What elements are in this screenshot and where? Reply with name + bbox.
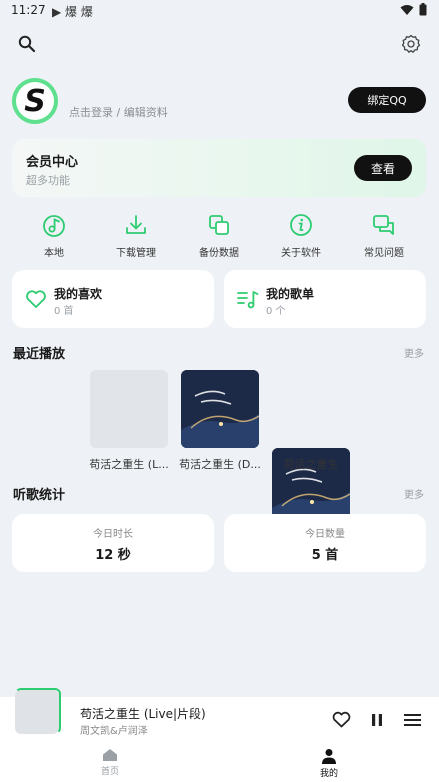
- album-title: 苟活之重生 (D...: [179, 458, 261, 471]
- recent-more-link[interactable]: 更多: [404, 345, 424, 360]
- player-artist: 周文凯&卢润泽: [80, 726, 148, 737]
- login-edit-link[interactable]: 点击登录 / 编辑资料: [69, 104, 168, 120]
- music-note-icon: [41, 212, 67, 238]
- playlist-menu-icon[interactable]: [404, 713, 421, 727]
- album-title: 苟活之重生: [283, 458, 339, 471]
- bottom-nav: [0, 743, 439, 782]
- album-cover[interactable]: [181, 370, 259, 448]
- member-center-title: 会员中心: [26, 155, 79, 170]
- chat-icon: [371, 212, 397, 238]
- playlists-title: 我的歌单: [266, 287, 315, 301]
- quick-action-downloads[interactable]: 下载管理: [94, 212, 178, 262]
- search-icon: [18, 35, 36, 53]
- info-icon: [288, 212, 314, 238]
- stat-count-value: 5 首: [311, 548, 339, 563]
- user-icon: [321, 748, 337, 764]
- member-view-button[interactable]: 查看: [354, 155, 412, 181]
- status-bar: 11:27 ▶ 爆 爆: [0, 0, 439, 22]
- favorites-title: 我的喜欢: [54, 287, 103, 301]
- battery-icon: [419, 3, 427, 16]
- home-icon: [102, 748, 118, 762]
- stat-duration-card: 今日时长 12 秒: [12, 514, 214, 572]
- quick-action-label: 关于软件: [281, 248, 321, 259]
- member-center-card[interactable]: 会员中心 超多功能 查看: [12, 139, 426, 197]
- settings-icon: [401, 34, 421, 54]
- status-notifications: ▶ 爆 爆: [52, 5, 93, 19]
- search-button[interactable]: [13, 30, 41, 58]
- stat-count-label: 今日数量: [305, 529, 345, 540]
- quick-action-about[interactable]: 关于软件: [259, 212, 343, 262]
- nav-mine-label: 我的: [319, 769, 338, 779]
- copy-icon: [206, 212, 232, 238]
- quick-action-label: 下载管理: [116, 248, 156, 259]
- player-song-title[interactable]: 苟活之重生 (Live|片段): [80, 705, 206, 722]
- recent-section-title: 最近播放: [13, 347, 66, 362]
- nav-home[interactable]: 首页: [70, 748, 150, 777]
- pause-icon[interactable]: [371, 713, 383, 727]
- nav-home-label: 首页: [100, 767, 119, 777]
- settings-button[interactable]: [397, 30, 425, 58]
- avatar[interactable]: S: [12, 78, 58, 124]
- quick-action-backup[interactable]: 备份数据: [177, 212, 261, 262]
- playlists-card[interactable]: 我的歌单 0 个: [224, 270, 426, 328]
- album-cover[interactable]: [90, 370, 168, 448]
- member-center-subtitle: 超多功能: [26, 174, 70, 187]
- quick-action-faq[interactable]: 常见问题: [342, 212, 426, 262]
- stat-duration-label: 今日时长: [93, 529, 133, 540]
- wifi-icon: [400, 4, 414, 16]
- quick-action-label: 本地: [44, 248, 64, 259]
- stat-duration-value: 12 秒: [95, 548, 131, 563]
- quick-action-label: 备份数据: [199, 248, 239, 259]
- stats-section-title: 听歌统计: [13, 488, 66, 503]
- download-icon: [123, 212, 149, 238]
- avatar-letter: S: [16, 82, 54, 120]
- playlist-icon: [236, 287, 260, 311]
- nav-mine[interactable]: 我的: [289, 748, 369, 779]
- favorites-card[interactable]: 我的喜欢 0 首: [12, 270, 214, 328]
- favorites-count: 0 首: [54, 306, 74, 317]
- heart-icon: [24, 287, 48, 311]
- stats-more-link[interactable]: 更多: [404, 486, 424, 501]
- status-time: 11:27: [11, 3, 46, 17]
- bind-qq-button[interactable]: 绑定QQ: [348, 87, 426, 113]
- heart-icon[interactable]: [332, 711, 351, 728]
- quick-action-label: 常见问题: [364, 248, 404, 259]
- album-title: 苟活之重生 (L...: [89, 458, 169, 471]
- stat-count-card: 今日数量 5 首: [224, 514, 426, 572]
- quick-action-local[interactable]: 本地: [12, 212, 96, 262]
- playlists-count: 0 个: [266, 306, 286, 317]
- player-progress-ring: [15, 688, 61, 734]
